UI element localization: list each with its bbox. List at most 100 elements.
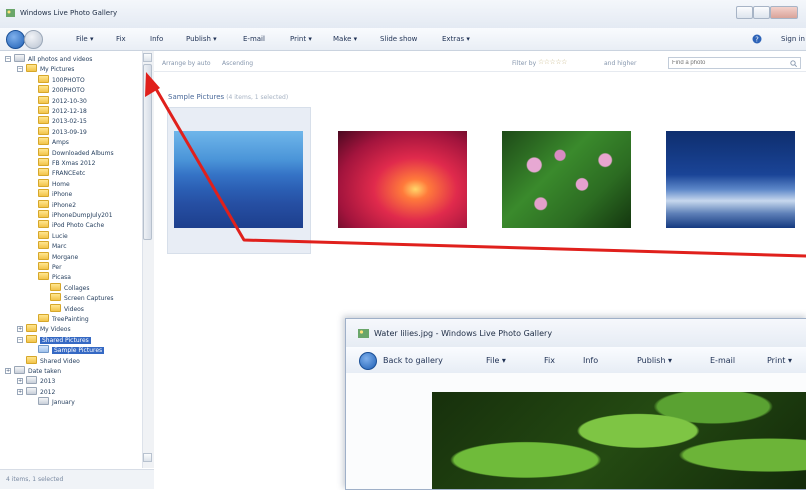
tree-item[interactable]: Lucie: [38, 230, 68, 241]
tree-item-label: 2013: [40, 378, 56, 386]
tree-item-label: 2013-02-15: [52, 118, 87, 126]
folder-icon: [38, 116, 49, 125]
forward-button[interactable]: [24, 30, 43, 49]
tree-item[interactable]: iPhone: [38, 189, 72, 199]
tree-item[interactable]: 2013-09-19: [38, 126, 87, 137]
sort-order-dropdown[interactable]: Ascending: [222, 60, 253, 67]
tree-expander-icon[interactable]: +: [17, 326, 23, 333]
thumbnail-water-lilies[interactable]: [502, 131, 631, 228]
maximize-button[interactable]: [753, 6, 770, 19]
tree-item[interactable]: Downloaded Albums: [38, 147, 114, 158]
rating-stars-filter[interactable]: ☆☆☆☆☆: [538, 58, 567, 66]
help-icon[interactable]: ?: [752, 34, 762, 44]
tree-item-label: FRANCEetc: [52, 170, 86, 178]
tree-item-label: 2012: [40, 388, 56, 396]
menu-slide-show[interactable]: Slide show: [380, 35, 417, 43]
tree-item[interactable]: Picasa: [38, 272, 71, 282]
menu-publish[interactable]: Publish ▾: [186, 35, 217, 43]
tree-item[interactable]: 100PHOTO: [38, 74, 85, 85]
tree-item[interactable]: iPhoneDumpJuly201: [38, 210, 113, 220]
viewer-menu-info[interactable]: Info: [583, 356, 598, 365]
sign-in-link[interactable]: Sign in: [781, 35, 805, 43]
tree-item[interactable]: Sample Pictures: [38, 345, 105, 355]
group-header[interactable]: Sample Pictures (4 items, 1 selected): [168, 93, 288, 101]
tree-item[interactable]: +2012: [17, 386, 56, 397]
tree-expander-icon[interactable]: +: [17, 378, 23, 385]
folder-icon: [38, 199, 49, 208]
tree-item[interactable]: January: [38, 397, 75, 407]
viewer-menu-publish[interactable]: Publish ▾: [637, 356, 672, 365]
viewer-menu-print[interactable]: Print ▾: [767, 356, 792, 365]
tree-item[interactable]: 2012-10-30: [38, 95, 87, 106]
tree-item[interactable]: Home: [38, 178, 70, 189]
tree-item[interactable]: − My Pictures: [17, 64, 74, 74]
tree-item[interactable]: + My Videos: [17, 324, 71, 334]
menu-make[interactable]: Make ▾: [333, 35, 357, 43]
viewer-title: Water lilies.jpg - Windows Live Photo Ga…: [374, 329, 553, 338]
menu-file[interactable]: File ▾: [76, 35, 93, 43]
menu-fix[interactable]: Fix: [116, 35, 126, 43]
tree-item[interactable]: TreePainting: [38, 314, 89, 324]
tree-item-label: Sample Pictures: [52, 347, 105, 355]
tree-item[interactable]: +2013: [17, 376, 56, 386]
menu-extras[interactable]: Extras ▾: [442, 35, 470, 43]
folder-icon: [38, 158, 49, 166]
back-arrow-icon[interactable]: [359, 352, 377, 370]
menu-print[interactable]: Print ▾: [290, 35, 312, 43]
viewer-menu-file[interactable]: File ▾: [486, 356, 506, 365]
search-icon[interactable]: [790, 60, 797, 67]
tree-item-label: 200PHOTO: [52, 87, 85, 95]
scroll-thumb[interactable]: [143, 64, 152, 240]
search-field[interactable]: [668, 57, 801, 69]
tree-expander-icon[interactable]: −: [17, 66, 23, 73]
tree-expander-icon[interactable]: −: [5, 56, 11, 62]
folder-icon: [38, 106, 49, 114]
menu-info[interactable]: Info: [150, 35, 163, 43]
tree-item[interactable]: 2013-02-15: [38, 116, 87, 126]
tree-item-label: Morgane: [52, 253, 79, 261]
thumbnail-sunset[interactable]: [338, 131, 467, 228]
folder-icon: [38, 147, 49, 156]
minimize-button[interactable]: [736, 6, 753, 19]
tree-item-label: 2012-12-18: [52, 108, 87, 115]
viewer-menu-fix[interactable]: Fix: [544, 356, 555, 365]
tree-item-label: iPhone: [52, 191, 73, 199]
filter-label: Filter by: [512, 60, 537, 67]
folder-icon: [38, 314, 49, 322]
folder-icon: [50, 293, 61, 302]
tree-item[interactable]: + Date taken: [5, 366, 61, 376]
tree-item[interactable]: 200PHOTO: [38, 85, 85, 95]
folder-icon: [38, 137, 49, 146]
tree-item[interactable]: iPhone2: [38, 199, 76, 210]
tree-expander-icon[interactable]: +: [17, 388, 23, 395]
tree-item[interactable]: FB Xmas 2012: [38, 158, 95, 168]
close-button[interactable]: [770, 6, 798, 19]
scroll-up-button[interactable]: [143, 53, 152, 62]
tree-item[interactable]: 2012-12-18: [38, 106, 87, 116]
scroll-down-button[interactable]: [143, 453, 152, 462]
tree-item[interactable]: − All photos and videos: [5, 54, 92, 64]
tree-item[interactable]: Videos: [50, 303, 84, 314]
tree-expander-icon[interactable]: +: [5, 368, 11, 374]
tree-item[interactable]: Collages: [50, 282, 90, 293]
tree-item[interactable]: − Shared Pictures: [17, 334, 91, 345]
folder-icon: [38, 178, 49, 187]
tree-item[interactable]: Screen Captures: [50, 293, 114, 303]
group-title: Sample Pictures: [168, 93, 225, 101]
search-input[interactable]: [669, 58, 785, 68]
tree-item[interactable]: Morgane: [38, 251, 79, 262]
tree-item[interactable]: Marc: [38, 241, 67, 251]
tree-item[interactable]: iPod Photo Cache: [38, 220, 104, 230]
thumbnail-winter[interactable]: [666, 131, 795, 228]
viewer-menu-email[interactable]: E-mail: [710, 356, 735, 365]
menu-email[interactable]: E-mail: [243, 35, 265, 43]
tree-expander-icon[interactable]: −: [17, 336, 23, 343]
tree-item[interactable]: Shared Video: [26, 355, 80, 366]
tree-item[interactable]: Amps: [38, 137, 69, 147]
tree-item[interactable]: Per: [38, 262, 62, 272]
thumbnail-blue-hills[interactable]: [174, 131, 303, 228]
arrange-by-dropdown[interactable]: Arrange by auto: [162, 60, 211, 67]
tree-item[interactable]: FRANCEetc: [38, 168, 85, 178]
back-button[interactable]: [6, 30, 25, 49]
back-to-gallery-button[interactable]: Back to gallery: [383, 356, 443, 365]
